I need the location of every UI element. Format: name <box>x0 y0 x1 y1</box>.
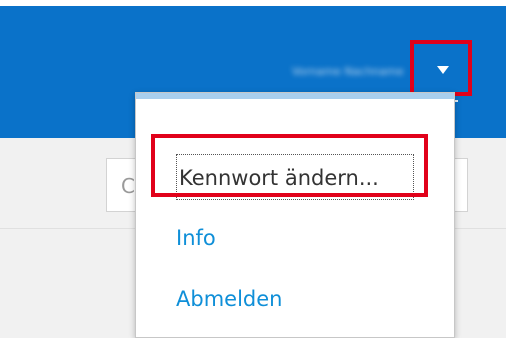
toggle-highlight-box <box>410 40 472 96</box>
username-blurred: Vorname Nachname <box>292 66 404 78</box>
logout-item[interactable]: Abmelden <box>176 287 282 311</box>
menu-top-accent <box>136 93 454 99</box>
change-password-highlight-box <box>151 134 428 197</box>
info-item[interactable]: Info <box>176 226 216 250</box>
search-visible-text: C <box>121 174 135 198</box>
user-dropdown-menu: Kennwort ändern... Info Abmelden <box>135 92 455 338</box>
